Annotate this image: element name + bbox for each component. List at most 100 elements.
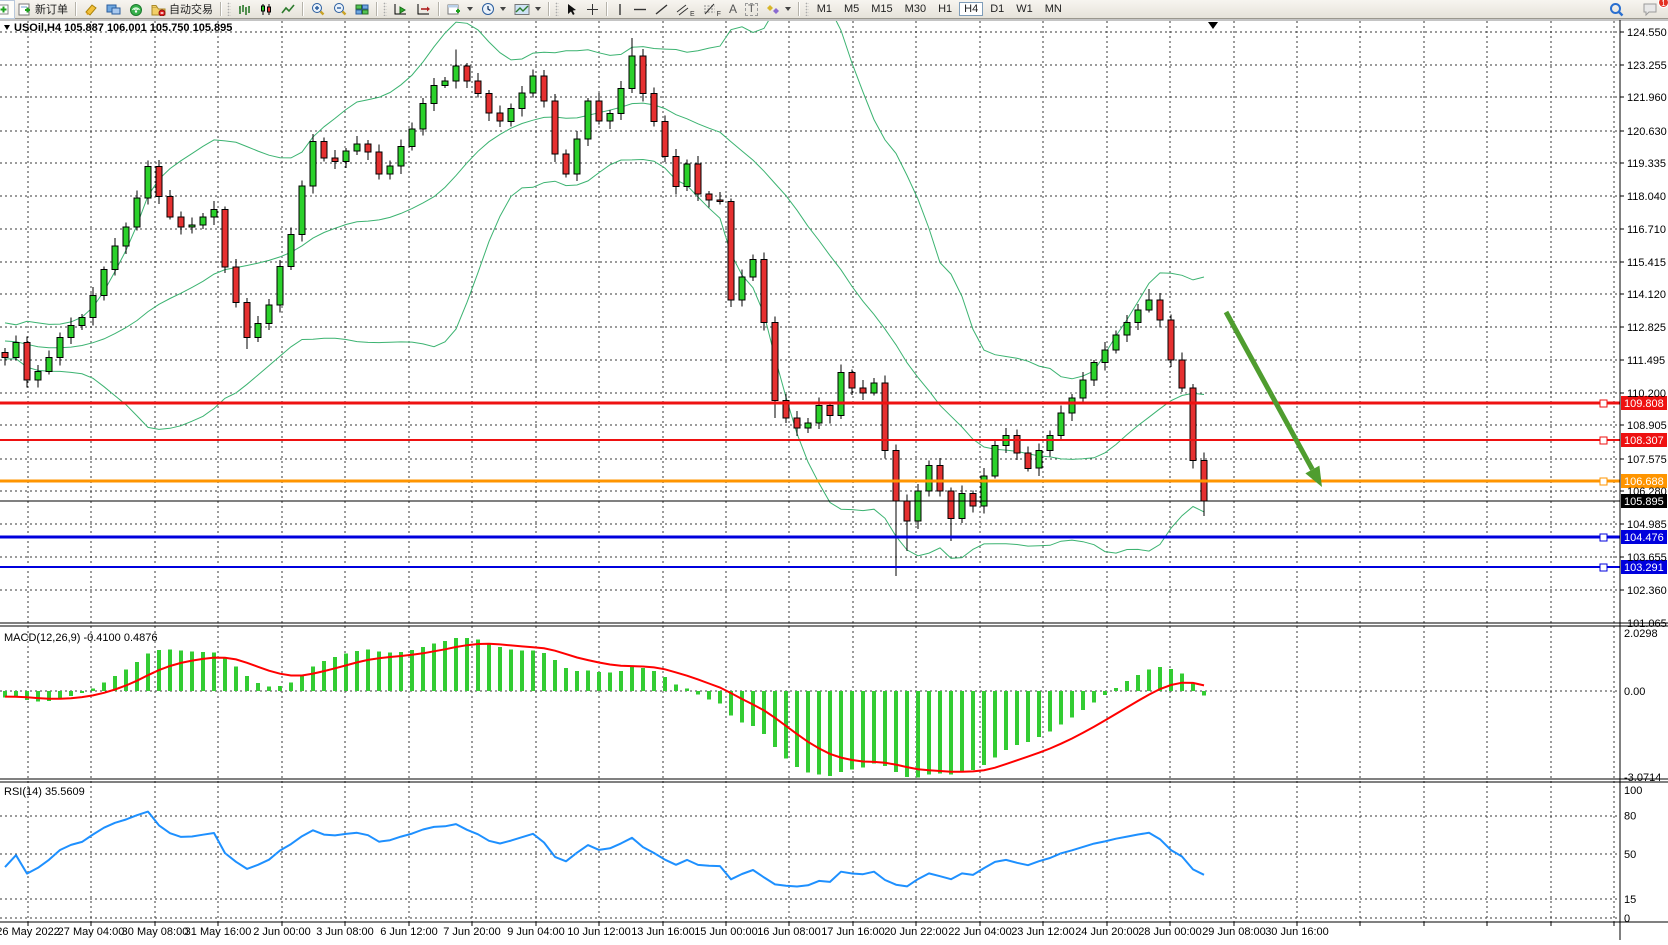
- line-handle-marker[interactable]: [1600, 437, 1607, 444]
- time-tick-label: 7 Jun 20:00: [443, 926, 501, 938]
- fibonacci-tool-button[interactable]: F: [699, 1, 725, 18]
- time-axis: 26 May 202227 May 04:0030 May 08:0031 Ma…: [0, 926, 1329, 938]
- autotrading-button[interactable]: 自动交易: [147, 1, 217, 18]
- price-tick-label: 103.655: [1627, 552, 1667, 564]
- new-order-label: 新订单: [35, 1, 68, 17]
- trendline-icon: [655, 3, 668, 16]
- time-tick-label: 13 Jun 16:00: [631, 926, 695, 938]
- candlestick-chart-icon: [259, 3, 273, 16]
- zoom-in-icon: [311, 2, 325, 16]
- arrows-tool-dropdown-button[interactable]: [762, 1, 795, 18]
- timeframe-mn-button[interactable]: MN: [1040, 2, 1067, 16]
- timeframe-m5-button[interactable]: M5: [839, 2, 864, 16]
- screens-icon: [106, 3, 121, 16]
- new-chart-dropdown-button[interactable]: [443, 1, 477, 18]
- vertical-line-icon: [615, 3, 625, 16]
- fibonacci-icon: [703, 3, 716, 16]
- vertical-line-tool-button[interactable]: [611, 1, 629, 18]
- price-tick-label: 119.335: [1627, 158, 1666, 170]
- time-tick-label: 24 Jun 20:00: [1075, 926, 1139, 938]
- line-handle-marker[interactable]: [1600, 400, 1607, 407]
- text-tool-icon: A: [729, 4, 737, 15]
- timeframe-d1-button[interactable]: D1: [985, 2, 1009, 16]
- time-tick-label: 2 Jun 00:00: [253, 926, 311, 938]
- chart-svg: 109.808108.307106.688104.476103.291105.8…: [0, 0, 1668, 940]
- market-watch-button[interactable]: [80, 1, 102, 18]
- signal-icon: [129, 3, 143, 16]
- time-tick-label: 28 Jun 00:00: [1138, 926, 1202, 938]
- chart-shift-button[interactable]: [412, 1, 435, 18]
- periods-dropdown-button[interactable]: [477, 1, 510, 18]
- macd-label: MACD(12,26,9) -0.4100 0.4876: [4, 632, 157, 644]
- rsi-tick-label: 100: [1624, 785, 1642, 797]
- time-tick-label: 22 Jun 04:00: [948, 926, 1012, 938]
- notifications-button[interactable]: 1: [1638, 1, 1662, 18]
- chart-plot-area[interactable]: [0, 20, 1620, 922]
- bar-chart-icon: [237, 3, 251, 16]
- time-tick-label: 30 Jun 16:00: [1265, 926, 1329, 938]
- fibo-letter: F: [717, 11, 721, 18]
- rsi-label: RSI(14) 35.5609: [4, 786, 85, 798]
- template-icon: [514, 3, 530, 16]
- timeframe-m30-button[interactable]: M30: [900, 2, 931, 16]
- timeframe-h1-button[interactable]: H1: [933, 2, 957, 16]
- cursor-tool-button[interactable]: [561, 1, 582, 18]
- timeframe-m1-button[interactable]: M1: [812, 2, 837, 16]
- rsi-tick-label: 50: [1624, 849, 1636, 861]
- zoom-out-icon: [333, 2, 347, 16]
- line-handle-marker[interactable]: [1600, 534, 1607, 541]
- time-tick-label: 6 Jun 12:00: [380, 926, 438, 938]
- cursor-icon: [565, 3, 578, 16]
- templates-dropdown-button[interactable]: [510, 1, 545, 18]
- strategy-tester-button[interactable]: [125, 1, 147, 18]
- timeframe-m15-button[interactable]: M15: [866, 2, 897, 16]
- price-tick-label: 114.120: [1627, 289, 1666, 301]
- chart-window[interactable]: 109.808108.307106.688104.476103.291105.8…: [0, 0, 1668, 940]
- price-tick-label: 106.280: [1627, 486, 1667, 498]
- trendline-tool-button[interactable]: [651, 1, 672, 18]
- text-tool-button[interactable]: A: [725, 1, 741, 18]
- price-tick-label: 124.550: [1627, 27, 1667, 39]
- text-label-tool-button[interactable]: T: [741, 1, 762, 18]
- rsi-tick-label: 80: [1624, 811, 1636, 823]
- search-button[interactable]: [1605, 1, 1628, 18]
- price-tick-label: 115.415: [1627, 257, 1666, 269]
- zoom-out-button[interactable]: [329, 1, 351, 18]
- time-tick-label: 15 Jun 00:00: [694, 926, 758, 938]
- shapes-icon: [766, 3, 780, 16]
- dropdown-caret-icon: [535, 7, 541, 11]
- chat-bubble-icon: [1642, 2, 1658, 16]
- new-order-button[interactable]: 新订单: [14, 1, 72, 18]
- line-handle-marker[interactable]: [1600, 564, 1607, 571]
- price-tick-label: 121.960: [1627, 92, 1667, 104]
- macd-tick-label: 2.0298: [1624, 628, 1658, 640]
- time-tick-label: 30 May 08:00: [122, 926, 189, 938]
- auto-scroll-button[interactable]: [389, 1, 412, 18]
- new-chart-partial-button[interactable]: [0, 1, 14, 18]
- price-tick-label: 104.985: [1627, 519, 1667, 531]
- clock-icon: [481, 2, 495, 16]
- time-tick-label: 31 May 16:00: [185, 926, 252, 938]
- price-label-text: 108.307: [1624, 435, 1664, 447]
- line-handle-marker[interactable]: [1600, 478, 1607, 485]
- timeframe-h4-button[interactable]: H4: [959, 2, 983, 16]
- new-chart-icon: [0, 3, 10, 16]
- price-tick-label: 118.040: [1627, 191, 1666, 203]
- timeframe-w1-button[interactable]: W1: [1011, 2, 1038, 16]
- crosshair-tool-button[interactable]: [582, 1, 603, 18]
- auto-scroll-icon: [393, 3, 408, 16]
- tile-windows-button[interactable]: [351, 1, 373, 18]
- zoom-in-button[interactable]: [307, 1, 329, 18]
- data-window-button[interactable]: [102, 1, 125, 18]
- horizontal-line-tool-button[interactable]: [629, 1, 651, 18]
- line-chart-button[interactable]: [277, 1, 299, 18]
- bar-chart-button[interactable]: [233, 1, 255, 18]
- price-tick-label: 111.495: [1627, 355, 1665, 367]
- price-tick-label: 120.630: [1627, 126, 1667, 138]
- price-tick-label: 123.255: [1627, 60, 1667, 72]
- equidistant-channel-tool-button[interactable]: E: [672, 1, 699, 18]
- candlestick-chart-button[interactable]: [255, 1, 277, 18]
- time-tick-label: 29 Jun 08:00: [1202, 926, 1266, 938]
- dropdown-caret-icon: [785, 7, 791, 11]
- crosshair-icon: [586, 3, 599, 16]
